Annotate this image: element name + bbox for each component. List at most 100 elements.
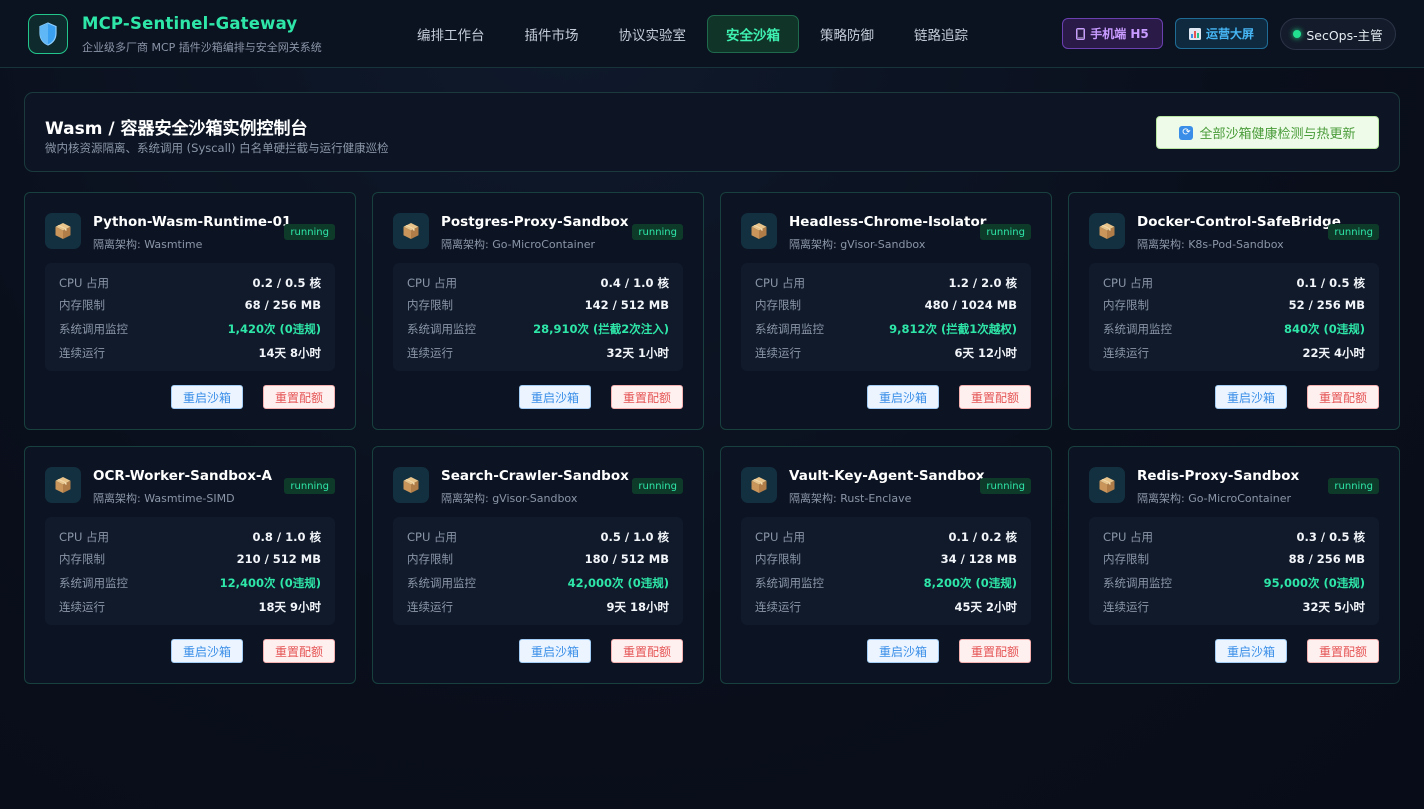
memory-value: 142 / 512 MB — [584, 298, 669, 312]
syscall-label: 系统调用监控 — [755, 322, 824, 336]
cpu-label: CPU 占用 — [407, 276, 458, 290]
shield-logo-icon[interactable] — [28, 14, 68, 54]
stat-row-memory: 内存限制 68 / 256 MB — [59, 297, 321, 313]
sandbox-card: Headless-Chrome-Isolator 隔离架构: gVisor-Sa… — [720, 192, 1052, 430]
memory-value: 88 / 256 MB — [1288, 552, 1365, 566]
memory-label: 内存限制 — [755, 552, 801, 566]
nav-tab-policy-defense[interactable]: 策略防御 — [801, 15, 893, 53]
stat-row-uptime: 连续运行 14天 8小时 — [59, 345, 321, 361]
nav-tab-protocol-lab[interactable]: 协议实验室 — [600, 15, 706, 53]
restart-sandbox-button[interactable]: 重启沙箱 — [867, 639, 939, 663]
memory-value: 180 / 512 MB — [584, 552, 669, 566]
stat-row-memory: 内存限制 88 / 256 MB — [1103, 551, 1365, 567]
memory-value: 34 / 128 MB — [940, 552, 1017, 566]
sandbox-name: Headless-Chrome-Isolator — [789, 214, 987, 230]
stat-row-cpu: CPU 占用 0.1 / 0.5 核 — [1103, 275, 1365, 291]
sandbox-name: Redis-Proxy-Sandbox — [1137, 468, 1300, 484]
reset-quota-button[interactable]: 重置配额 — [263, 385, 335, 409]
reset-quota-button[interactable]: 重置配额 — [611, 639, 683, 663]
cpu-value: 0.2 / 0.5 核 — [252, 276, 321, 290]
nav-tab-plugin-market[interactable]: 插件市场 — [506, 15, 598, 53]
restart-sandbox-button[interactable]: 重启沙箱 — [1215, 639, 1287, 663]
sandbox-stats: CPU 占用 0.1 / 0.2 核 内存限制 34 / 128 MB 系统调用… — [741, 517, 1031, 625]
memory-label: 内存限制 — [1103, 552, 1149, 566]
package-box-icon — [45, 213, 81, 249]
syscall-value: 8,200次 (0违规) — [923, 576, 1017, 590]
nav-tab-workbench[interactable]: 编排工作台 — [398, 15, 504, 53]
uptime-label: 连续运行 — [407, 600, 453, 614]
restart-sandbox-button[interactable]: 重启沙箱 — [171, 385, 243, 409]
mobile-h5-label: 手机端 H5 — [1090, 27, 1149, 41]
memory-value: 68 / 256 MB — [244, 298, 321, 312]
stat-row-cpu: CPU 占用 0.5 / 1.0 核 — [407, 529, 669, 545]
ops-dashboard-button[interactable]: 运营大屏 — [1175, 18, 1268, 49]
reset-quota-button[interactable]: 重置配额 — [1307, 639, 1379, 663]
nav-tab-security-sandbox[interactable]: 安全沙箱 — [707, 15, 799, 53]
page-title: Wasm / 容器安全沙箱实例控制台 — [45, 119, 308, 139]
package-box-icon — [1089, 213, 1125, 249]
restart-sandbox-button[interactable]: 重启沙箱 — [867, 385, 939, 409]
syscall-label: 系统调用监控 — [59, 576, 128, 590]
status-badge: running — [1328, 224, 1379, 240]
syscall-label: 系统调用监控 — [407, 576, 476, 590]
sandbox-card: Postgres-Proxy-Sandbox 隔离架构: Go-MicroCon… — [372, 192, 704, 430]
user-menu[interactable]: SecOps-主管 — [1280, 18, 1396, 50]
main-nav: 编排工作台 插件市场 协议实验室 安全沙箱 策略防御 链路追踪 — [398, 15, 989, 53]
uptime-value: 18天 9小时 — [258, 600, 321, 614]
uptime-label: 连续运行 — [1103, 600, 1149, 614]
restart-sandbox-button[interactable]: 重启沙箱 — [519, 639, 591, 663]
sandbox-card: Redis-Proxy-Sandbox 隔离架构: Go-MicroContai… — [1068, 446, 1400, 684]
stat-row-cpu: CPU 占用 0.4 / 1.0 核 — [407, 275, 669, 291]
cpu-label: CPU 占用 — [407, 530, 458, 544]
restart-sandbox-button[interactable]: 重启沙箱 — [1215, 385, 1287, 409]
cpu-label: CPU 占用 — [59, 276, 110, 290]
uptime-value: 6天 12小时 — [954, 346, 1017, 360]
brand-subtitle: 企业级多厂商 MCP 插件沙箱编排与安全网关系统 — [82, 41, 322, 54]
syscall-value: 95,000次 (0违规) — [1263, 576, 1365, 590]
reset-quota-button[interactable]: 重置配额 — [263, 639, 335, 663]
cpu-label: CPU 占用 — [1103, 276, 1154, 290]
brand-title: MCP-Sentinel-Gateway — [82, 14, 298, 33]
restart-sandbox-button[interactable]: 重启沙箱 — [171, 639, 243, 663]
status-badge: running — [632, 224, 683, 240]
sandbox-stats: CPU 占用 0.3 / 0.5 核 内存限制 88 / 256 MB 系统调用… — [1089, 517, 1379, 625]
syscall-label: 系统调用监控 — [755, 576, 824, 590]
sandbox-arch: 隔离架构: Wasmtime-SIMD — [93, 492, 235, 505]
cpu-label: CPU 占用 — [59, 530, 110, 544]
health-check-hot-update-button[interactable]: ⟳ 全部沙箱健康检测与热更新 — [1156, 116, 1379, 149]
sandbox-card: Python-Wasm-Runtime-01 隔离架构: Wasmtime ru… — [24, 192, 356, 430]
sandbox-stats: CPU 占用 0.2 / 0.5 核 内存限制 68 / 256 MB 系统调用… — [45, 263, 335, 371]
syscall-value: 840次 (0违规) — [1283, 322, 1365, 336]
mobile-h5-button[interactable]: 手机端 H5 — [1062, 18, 1163, 49]
status-badge: running — [284, 224, 335, 240]
status-badge: running — [632, 478, 683, 494]
memory-label: 内存限制 — [59, 298, 105, 312]
status-badge: running — [284, 478, 335, 494]
status-badge: running — [1328, 478, 1379, 494]
uptime-value: 32天 1小时 — [606, 346, 669, 360]
status-badge: running — [980, 224, 1031, 240]
reset-quota-button[interactable]: 重置配额 — [1307, 385, 1379, 409]
top-bar: MCP-Sentinel-Gateway 企业级多厂商 MCP 插件沙箱编排与安… — [0, 0, 1424, 68]
memory-value: 52 / 256 MB — [1288, 298, 1365, 312]
stat-row-uptime: 连续运行 32天 1小时 — [407, 345, 669, 361]
restart-sandbox-button[interactable]: 重启沙箱 — [519, 385, 591, 409]
syscall-label: 系统调用监控 — [1103, 576, 1172, 590]
sandbox-card: Docker-Control-SafeBridge 隔离架构: K8s-Pod-… — [1068, 192, 1400, 430]
stat-row-memory: 内存限制 34 / 128 MB — [755, 551, 1017, 567]
uptime-label: 连续运行 — [59, 600, 105, 614]
sandbox-arch: 隔离架构: gVisor-Sandbox — [789, 238, 926, 251]
nav-tab-trace[interactable]: 链路追踪 — [895, 15, 987, 53]
reset-quota-button[interactable]: 重置配额 — [959, 385, 1031, 409]
uptime-value: 9天 18小时 — [606, 600, 669, 614]
stat-row-memory: 内存限制 480 / 1024 MB — [755, 297, 1017, 313]
reset-quota-button[interactable]: 重置配额 — [611, 385, 683, 409]
sandbox-arch: 隔离架构: K8s-Pod-Sandbox — [1137, 238, 1284, 251]
sandbox-arch: 隔离架构: Go-MicroContainer — [441, 238, 595, 251]
reset-quota-button[interactable]: 重置配额 — [959, 639, 1031, 663]
stat-row-syscall: 系统调用监控 12,400次 (0违规) — [59, 575, 321, 591]
syscall-value: 28,910次 (拦截2次注入) — [533, 322, 669, 336]
stat-row-uptime: 连续运行 45天 2小时 — [755, 599, 1017, 615]
sandbox-name: Postgres-Proxy-Sandbox — [441, 214, 629, 230]
stat-row-syscall: 系统调用监控 9,812次 (拦截1次越权) — [755, 321, 1017, 337]
